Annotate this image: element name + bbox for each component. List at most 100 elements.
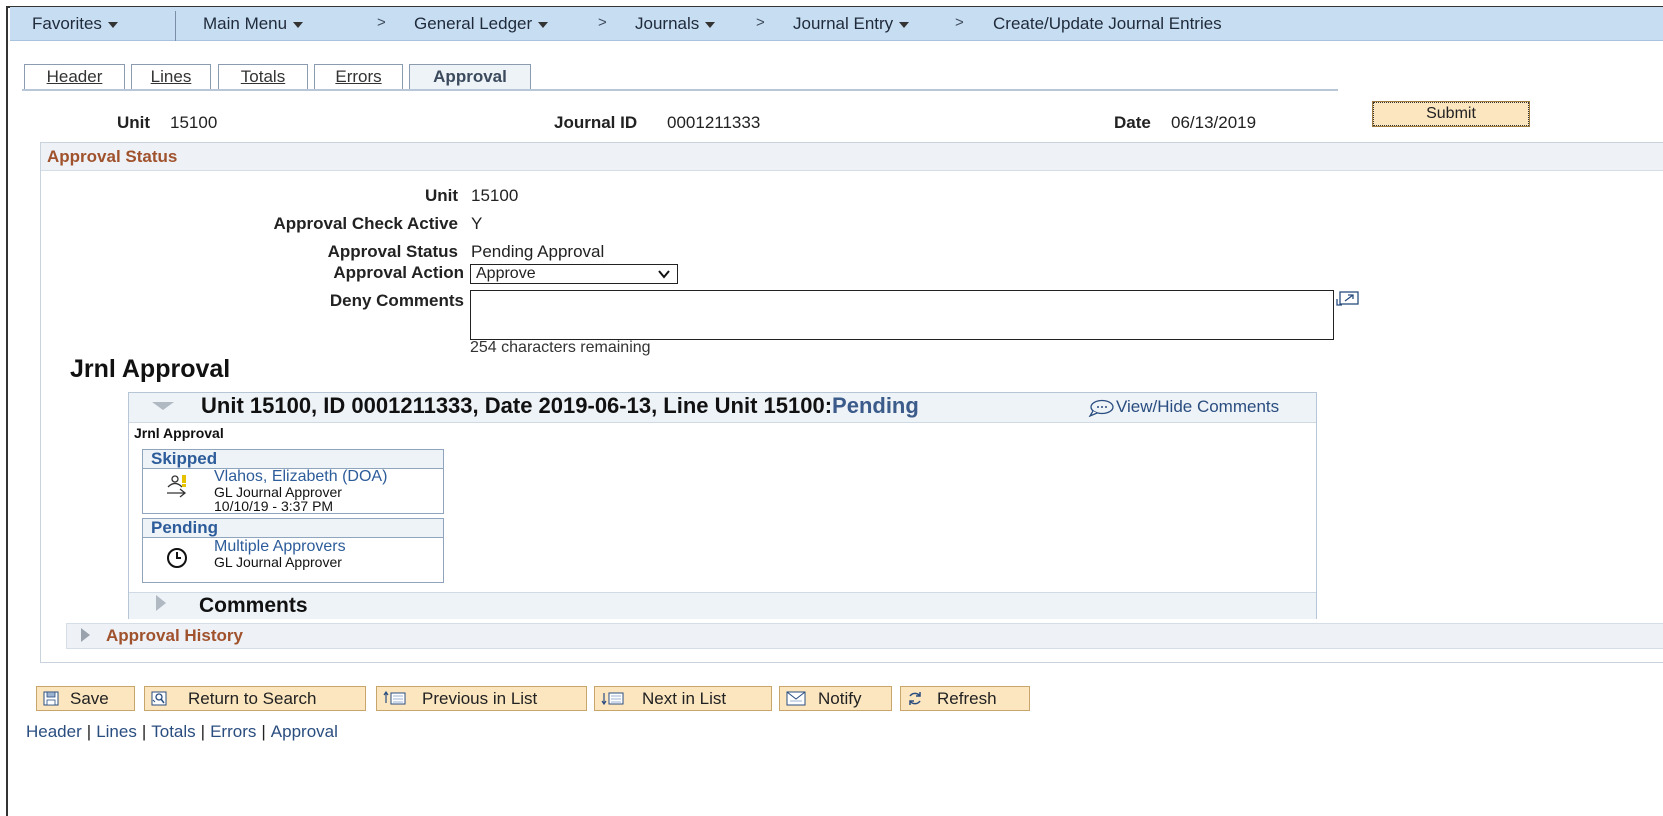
previous-list-icon bbox=[383, 691, 406, 705]
search-return-icon bbox=[151, 691, 167, 706]
general-ledger-label: General Ledger bbox=[414, 14, 533, 33]
tab-lines[interactable]: Lines bbox=[131, 64, 211, 90]
notify-icon bbox=[786, 691, 806, 706]
status-unit-label: Unit bbox=[424, 186, 458, 205]
main-menu[interactable]: Main Menu bbox=[203, 14, 304, 34]
return-to-search-label: Return to Search bbox=[188, 689, 317, 708]
floppy-disk-icon bbox=[43, 691, 59, 706]
previous-in-list-button[interactable]: Previous in List bbox=[376, 686, 587, 711]
footer-link-lines[interactable]: Lines bbox=[96, 722, 137, 741]
caret-down-icon bbox=[107, 21, 118, 28]
status-unit-value: 15100 bbox=[471, 186, 519, 205]
jrnl-approval-subtitle: Jrnl Approval bbox=[134, 425, 224, 441]
skipped-user-icon bbox=[167, 475, 187, 498]
next-list-icon bbox=[601, 692, 624, 706]
approval-status-label: Approval Status bbox=[327, 242, 458, 261]
approval-action-select[interactable]: Approve bbox=[470, 264, 678, 284]
date-label: Date bbox=[1114, 113, 1151, 132]
breadcrumb-separator: > bbox=[955, 14, 964, 31]
tab-header-label: Header bbox=[46, 67, 103, 86]
footer-link-errors[interactable]: Errors bbox=[210, 722, 256, 741]
caret-down-icon bbox=[899, 21, 910, 28]
approval-step-skipped: Skipped Vlahos, Elizabeth (DOA) GL Journ… bbox=[142, 449, 444, 514]
tab-totals[interactable]: Totals bbox=[218, 64, 308, 90]
caret-down-icon bbox=[538, 21, 549, 28]
characters-remaining: 254 characters remaining bbox=[470, 339, 651, 356]
approval-check-active-label: Approval Check Active bbox=[273, 214, 458, 233]
unit-label: Unit bbox=[117, 113, 151, 132]
approval-chain-status: Pending bbox=[832, 393, 919, 418]
tab-errors[interactable]: Errors bbox=[314, 64, 403, 90]
breadcrumb-nav: Favorites Main Menu > General Ledger > J… bbox=[10, 7, 1663, 41]
approval-timestamp: 10/10/19 - 3:37 PM bbox=[214, 498, 334, 514]
jrnl-approval-title: Jrnl Approval bbox=[70, 355, 231, 383]
notify-button[interactable]: Notify bbox=[779, 686, 892, 711]
journals-menu[interactable]: Journals bbox=[635, 14, 716, 34]
save-label: Save bbox=[70, 689, 109, 708]
tab-header[interactable]: Header bbox=[24, 64, 125, 90]
comments-title[interactable]: Comments bbox=[199, 594, 308, 618]
journal-id-value: 0001211333 bbox=[667, 113, 761, 132]
refresh-label: Refresh bbox=[937, 689, 997, 708]
approval-step-pending: Pending Multiple Approvers GL Journal Ap… bbox=[142, 518, 444, 583]
journal-id-label: Journal ID bbox=[554, 113, 638, 132]
tab-totals-label: Totals bbox=[240, 67, 286, 86]
approval-check-active-value: Y bbox=[471, 214, 483, 233]
favorites-label: Favorites bbox=[32, 14, 102, 33]
save-button[interactable]: Save bbox=[36, 686, 135, 711]
current-page-crumb[interactable]: Create/Update Journal Entries bbox=[993, 14, 1222, 34]
expand-triangle-icon[interactable] bbox=[156, 595, 166, 611]
breadcrumb-separator: > bbox=[598, 14, 607, 31]
date-value: 06/13/2019 bbox=[1171, 113, 1257, 132]
nav-divider bbox=[175, 11, 176, 41]
breadcrumb-separator: > bbox=[756, 14, 765, 31]
return-to-search-button[interactable]: Return to Search bbox=[144, 686, 366, 711]
general-ledger-menu[interactable]: General Ledger bbox=[414, 14, 549, 34]
favorites-menu[interactable]: Favorites bbox=[32, 14, 118, 34]
tab-errors-label: Errors bbox=[335, 67, 382, 86]
footer-tab-links: Header | Lines | Totals | Errors | Approval bbox=[26, 722, 338, 742]
next-in-list-button[interactable]: Next in List bbox=[594, 686, 772, 711]
journal-entry-label: Journal Entry bbox=[793, 14, 894, 33]
deny-comments-label: Deny Comments bbox=[329, 291, 464, 310]
clock-icon bbox=[167, 548, 187, 568]
approval-status-title: Approval Status bbox=[47, 147, 178, 166]
deny-comments-field[interactable] bbox=[470, 290, 1334, 340]
notify-label: Notify bbox=[818, 689, 862, 708]
main-menu-label: Main Menu bbox=[203, 14, 288, 33]
tab-underline bbox=[22, 89, 1338, 91]
speech-bubble-icon bbox=[1088, 399, 1114, 417]
approval-action-label: Approval Action bbox=[333, 263, 464, 282]
footer-separator: | bbox=[200, 722, 206, 741]
footer-separator: | bbox=[86, 722, 92, 741]
previous-in-list-label: Previous in List bbox=[422, 689, 538, 708]
expand-triangle-icon[interactable] bbox=[81, 628, 90, 642]
journal-entry-menu[interactable]: Journal Entry bbox=[793, 14, 910, 34]
view-hide-comments-link[interactable]: View/Hide Comments bbox=[1088, 397, 1279, 417]
footer-link-approval[interactable]: Approval bbox=[271, 722, 338, 741]
next-in-list-label: Next in List bbox=[642, 689, 727, 708]
view-hide-comments-label: View/Hide Comments bbox=[1116, 397, 1280, 416]
collapse-triangle-icon[interactable] bbox=[152, 402, 174, 410]
approver-role: GL Journal Approver bbox=[214, 554, 342, 570]
footer-link-totals[interactable]: Totals bbox=[151, 722, 195, 741]
tab-approval[interactable]: Approval bbox=[409, 64, 531, 90]
approval-action-value: Approve bbox=[476, 265, 536, 282]
submit-button[interactable]: Submit bbox=[1372, 101, 1530, 127]
footer-link-header[interactable]: Header bbox=[26, 722, 82, 741]
refresh-button[interactable]: Refresh bbox=[900, 686, 1030, 711]
expand-textarea-icon[interactable] bbox=[1336, 290, 1360, 306]
tab-approval-label: Approval bbox=[433, 67, 507, 86]
breadcrumb-separator: > bbox=[377, 14, 386, 31]
approval-status-header bbox=[41, 143, 1663, 171]
approval-history-title[interactable]: Approval History bbox=[106, 626, 243, 646]
footer-separator: | bbox=[141, 722, 147, 741]
approval-history-bar[interactable] bbox=[66, 623, 1663, 649]
footer-separator: | bbox=[261, 722, 266, 741]
step-status: Pending bbox=[143, 519, 443, 538]
approval-chain-heading: Unit 15100, ID 0001211333, Date 2019-06-… bbox=[201, 393, 919, 419]
approval-status-value: Pending Approval bbox=[471, 242, 605, 261]
tab-lines-label: Lines bbox=[150, 67, 192, 86]
caret-down-icon bbox=[293, 21, 304, 28]
refresh-icon bbox=[909, 692, 921, 705]
